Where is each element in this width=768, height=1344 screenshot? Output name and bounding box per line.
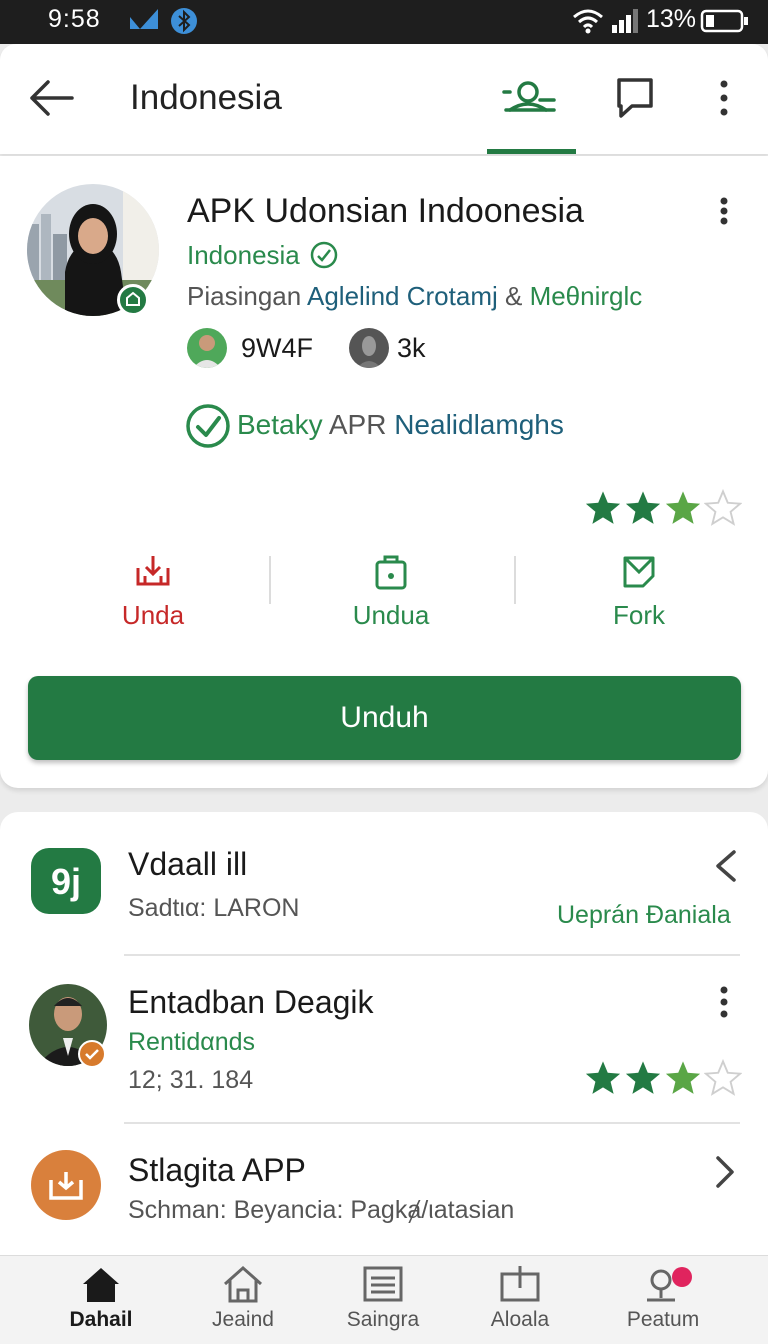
rating-stars [584, 489, 742, 527]
rating-stars [584, 1059, 742, 1097]
download-icon [136, 556, 170, 586]
star-empty-icon [704, 1059, 742, 1096]
nav-label: Saingra [346, 1308, 420, 1331]
category-prefix: Piasingan [187, 281, 302, 311]
star-full-icon [625, 491, 661, 524]
app-bar: Indonesia [0, 44, 768, 154]
star-full-icon [665, 1061, 701, 1094]
badge-word: APR [328, 409, 387, 440]
category-amp: & [504, 281, 523, 311]
inbox-icon [31, 1150, 101, 1220]
list-item-title: Vdaall ill [128, 846, 248, 882]
house-outline-icon [224, 1265, 262, 1303]
chevron-right-icon[interactable] [712, 1154, 738, 1190]
star-full-icon [665, 491, 701, 524]
star-full-icon [625, 1061, 661, 1094]
star-empty-icon [704, 489, 742, 526]
status-bar: 9:58 13% [0, 0, 768, 44]
badge-word: Betaky [237, 409, 323, 440]
more-vert-icon[interactable] [712, 72, 736, 124]
nav-label: Jeaind [212, 1308, 274, 1331]
action-label: Undua [352, 600, 430, 630]
divider [514, 556, 516, 604]
unduh-button[interactable]: Unduh [28, 676, 741, 760]
more-vert-icon[interactable] [712, 984, 736, 1020]
badge-link[interactable]: Nealidlamghs [394, 409, 564, 440]
stat-avatar [187, 328, 227, 368]
action-label: Unda [121, 600, 185, 630]
nav-label: Peatum [626, 1308, 700, 1331]
upload-box-icon [500, 1266, 540, 1302]
online-badge [117, 284, 149, 316]
related-list: 9j Vdaall ill Sadtια: LARON Ueprán Đania… [0, 812, 768, 1272]
check-circle-icon [186, 404, 230, 448]
nav-label: Dahail [69, 1308, 133, 1331]
stat-avatar [349, 328, 389, 368]
home-icon [83, 1268, 119, 1302]
list-box-icon [363, 1266, 403, 1302]
fork-action[interactable]: Fork [554, 552, 724, 631]
list-item[interactable]: 9j Vdaall ill Sadtια: LARON Ueprán Đania… [0, 812, 768, 954]
app-logo-text: 9j [51, 861, 81, 902]
nav-home[interactable]: Dahail [36, 1264, 166, 1332]
bluetooth-icon [171, 8, 197, 34]
bottom-navigation: Dahail Jeaind Saingra Aloala Peatum [0, 1255, 768, 1344]
nav-label: Aloala [490, 1308, 550, 1331]
fork-icon [623, 556, 655, 588]
more-vert-icon[interactable] [712, 196, 736, 226]
mail-icon [130, 9, 158, 29]
list-item-title: Stlagita APP [128, 1152, 306, 1188]
app-title: APK Udonsian Indoonesia [187, 192, 584, 230]
wifi-icon [573, 9, 603, 34]
battery-percent: 13% [646, 5, 697, 33]
list-item-subtitle: Schman: Beyancia: Pagkⱥ/ιatasian [128, 1196, 515, 1224]
battery-icon [700, 9, 748, 33]
notification-dot [672, 1267, 692, 1287]
list-item[interactable]: Entadban Deagik Rentidαnds 12; 31. 184 [0, 956, 768, 1122]
bag-icon [375, 555, 407, 590]
bag-action[interactable]: Undua [306, 552, 476, 631]
developer-link[interactable]: Indonesia [187, 240, 300, 271]
list-item-subtitle: Sadtια: LARON [128, 894, 300, 922]
list-item[interactable]: Stlagita APP Schman: Beyancia: Pagkⱥ/ιat… [0, 1124, 768, 1254]
star-full-icon [585, 1061, 621, 1094]
action-label: Fork [613, 600, 665, 630]
nav-aloala[interactable]: Aloala [455, 1264, 585, 1332]
stat-value: 9W4F [241, 333, 314, 363]
comment-icon[interactable] [614, 72, 656, 124]
signal-icon [612, 9, 638, 33]
nav-jeaind[interactable]: Jeaind [178, 1264, 308, 1332]
list-item-title: Entadban Deagik [128, 984, 374, 1020]
list-item-extra[interactable]: Ueprán Đaniala [557, 901, 731, 930]
category-line: Piasingan Aglelind Crotamj & Meθnirglc [187, 281, 642, 312]
status-time: 9:58 [48, 5, 101, 33]
nav-saingra[interactable]: Saingra [318, 1264, 448, 1332]
download-action[interactable]: Unda [68, 552, 238, 631]
category-link[interactable]: Aglelind Crotamj [307, 281, 498, 311]
verified-badge [78, 1040, 106, 1068]
stat-value: 3k [397, 333, 426, 363]
list-item-subtitle: 12; 31. 184 [128, 1066, 254, 1094]
verified-icon [310, 241, 338, 269]
list-item-tag: Rentidαnds [128, 1028, 256, 1056]
page-title: Indonesia [130, 78, 282, 117]
active-tab-indicator [487, 149, 576, 154]
nav-peatum[interactable]: Peatum [598, 1264, 728, 1332]
category-link[interactable]: Meθnirglc [530, 281, 643, 311]
star-full-icon [585, 491, 621, 524]
app-detail-card: APK Udonsian Indoonesia Indonesia Piasin… [0, 156, 768, 788]
share-user-icon[interactable] [500, 72, 560, 124]
app-logo-icon: 9j [31, 848, 101, 914]
divider [269, 556, 271, 604]
chevron-left-icon[interactable] [712, 848, 738, 884]
back-arrow-icon[interactable] [26, 74, 78, 122]
trust-badge-text: Betaky APR Nealidlamghs [237, 409, 564, 441]
